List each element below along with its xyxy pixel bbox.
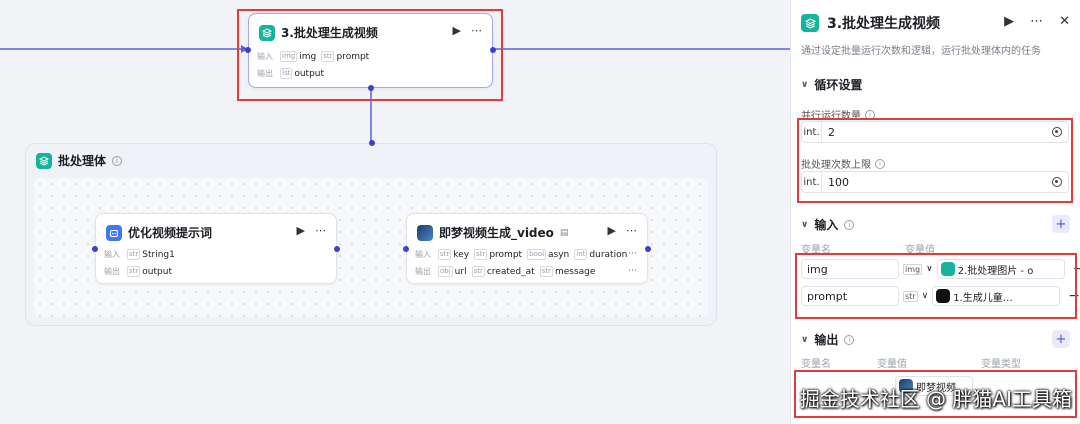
highlight-box-loop-settings [797,118,1073,203]
input-section-header[interactable]: ∨ 输入 i [801,216,855,233]
watermark: 掘金技术社区 @ 胖猫AI工具箱 [799,387,1072,411]
output-column-headers: 变量名 变量值 变量类型 [801,359,1021,370]
input-label: 输入 [415,250,431,259]
more-icon[interactable]: ⋯ [315,224,326,237]
input-tag-string1: str String1 [127,249,175,260]
output-label: 输出 [104,267,120,276]
input-tag-prompt: str prompt [474,249,523,260]
highlight-box-inputs [795,253,1077,319]
group-title: 批处理体 [58,154,107,168]
run-icon[interactable]: ▶ [608,224,616,237]
run-icon[interactable]: ▶ [1004,14,1014,29]
input-tag-duration: int duration [574,249,628,260]
node-settings-panel: 3.批处理生成视频 ▶ ⋯ ✕ 通过设定批量运行次数和逻辑，运行批处理体内的任务… [790,0,1080,424]
optimize-prompt-node[interactable]: 优化视频提示词 ▶ ⋯ 输入 str String1 输出 str output [92,213,340,284]
robot-icon [106,224,122,241]
close-icon[interactable]: ✕ [1059,14,1070,29]
more-outputs-icon[interactable]: ⋯ [628,266,637,276]
highlight-box-batch-node [237,9,503,101]
more-icon[interactable]: ⋯ [626,224,637,237]
more-icon[interactable]: ⋯ [1030,14,1043,29]
doc-icon: ▤ [559,227,569,238]
video-node-out-port[interactable] [645,246,651,252]
add-input-button[interactable]: + [1052,215,1070,233]
output-tag-created-at: str created_at [471,266,535,277]
chevron-down-icon: ∨ [801,219,809,230]
output-tag-output: str output [127,266,172,277]
chevron-down-icon: ∨ [801,334,809,345]
input-tag-asyn: bool asyn [527,249,570,260]
group-top-port[interactable] [369,140,375,146]
add-output-button[interactable]: + [1052,330,1070,348]
video-node-in-port[interactable] [403,246,409,252]
more-fields-icon[interactable]: ⋯ [628,249,637,259]
batch-layers-icon [801,14,819,32]
input-tag-key: str key [438,249,470,260]
optimize-node-in-port[interactable] [92,246,98,252]
jimeng-plugin-icon [417,224,433,241]
output-tag-url: obj url [438,266,467,277]
input-label: 输入 [104,250,120,259]
chevron-down-icon: ∨ [801,79,809,90]
output-label: 输出 [415,267,431,276]
output-section-header[interactable]: ∨ 输出 i [801,331,855,348]
panel-title: 3.批处理生成视频 [827,16,941,32]
output-tag-message: str message [539,266,596,277]
info-icon[interactable]: i [112,155,123,166]
video-node-title: 即梦视频生成_video [439,226,554,240]
info-icon[interactable]: i [844,334,855,345]
loop-section-title: 循环设置 [814,78,863,92]
input-section-title: 输入 [814,218,839,232]
group-layers-icon [36,152,52,169]
loop-settings-header[interactable]: ∨ 循环设置 [801,76,862,93]
jimeng-video-node[interactable]: 即梦视频生成_video ▤ ▶ ⋯ 输入 str key str prompt b… [403,213,651,284]
optimize-node-out-port[interactable] [334,246,340,252]
run-icon[interactable]: ▶ [297,224,305,237]
panel-description: 通过设定批量运行次数和逻辑，运行批处理体内的任务 [801,46,1041,57]
workflow-canvas[interactable]: 3.批处理生成视频 ▶ ⋯ 输入 img img str prompt 输出 lst… [0,0,790,424]
output-section-title: 输出 [814,333,839,347]
info-icon[interactable]: i [844,219,855,230]
optimize-node-title: 优化视频提示词 [128,226,213,240]
